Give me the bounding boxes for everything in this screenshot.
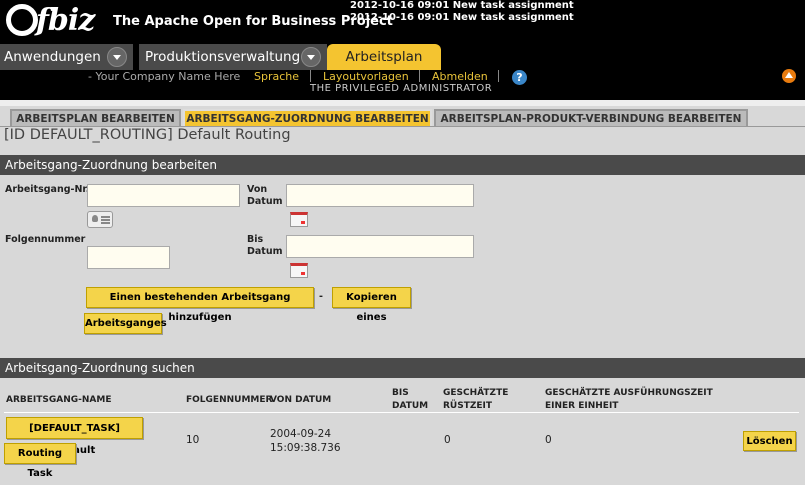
divider [498, 70, 499, 82]
seq-cell: 10 [186, 434, 200, 446]
from-date-input[interactable] [286, 184, 474, 207]
copy-task-button[interactable]: Kopieren eines [332, 287, 411, 323]
logo-text: fbiz [36, 3, 95, 38]
task-link[interactable]: [DEFAULT_TASK] Default [6, 417, 143, 456]
seq-label: Folgennummer [5, 234, 86, 245]
delete-button[interactable]: Löschen [743, 431, 796, 451]
alert-item[interactable]: 2012-10-16 09:01 New task assignment [350, 12, 574, 24]
button-dash: - [319, 291, 323, 302]
calendar-icon[interactable] [290, 212, 308, 227]
language-link[interactable]: Sprache [254, 70, 299, 83]
divider [419, 70, 420, 82]
layout-link[interactable]: Layoutvorlagen [323, 70, 409, 83]
ofbiz-logo[interactable]: fbiz [6, 3, 95, 38]
task-id-input[interactable] [87, 184, 240, 207]
task-id-label: Arbeitsgang-Nr. [5, 184, 90, 195]
calendar-icon[interactable] [290, 263, 308, 278]
search-section-header: Arbeitsgang-Zuordnung suchen [0, 358, 805, 378]
logout-link[interactable]: Abmelden [432, 70, 488, 83]
subbar-top [0, 100, 805, 106]
alert-list: 2012-10-16 09:01 New task assignment 201… [350, 0, 574, 24]
from-date-cell: 2004-09-24 [270, 428, 332, 440]
logo-ring-icon [6, 4, 38, 36]
thru-date-input[interactable] [286, 235, 474, 258]
help-icon[interactable]: ? [512, 70, 527, 85]
edit-section-header: Arbeitsgang-Zuordnung bearbeiten [0, 155, 805, 175]
user-name: THE PRIVILEGED ADMINISTRATOR [310, 83, 493, 94]
from-date-label: Von Datum [247, 184, 283, 207]
alert-item[interactable]: 2012-10-16 09:01 New task assignment [350, 0, 574, 12]
chevron-down-icon[interactable] [301, 47, 321, 67]
lookup-icon[interactable] [87, 211, 113, 228]
setup-time-cell: 0 [444, 434, 451, 446]
tab-arbeitsplan[interactable]: Arbeitsplan [327, 44, 441, 70]
task-link-cont[interactable]: Routing Task [4, 443, 76, 479]
tab-anwendungen[interactable]: Anwendungen [0, 44, 133, 70]
company-name: - Your Company Name Here [88, 70, 241, 83]
col-header: FOLGENNUMMER [186, 395, 273, 405]
add-task-button[interactable]: Einen bestehenden Arbeitsgang hinzufügen [86, 287, 314, 323]
tab-label: Produktionsverwaltung [145, 49, 301, 65]
col-header: BIS DATUM [392, 388, 429, 411]
chevron-down-icon[interactable] [107, 47, 127, 67]
tab-label: Anwendungen [4, 49, 101, 65]
page-title: [ID DEFAULT_ROUTING] Default Routing [4, 127, 291, 143]
col-header: ARBEITSGANG-NAME [6, 395, 112, 405]
seq-input[interactable] [87, 246, 170, 269]
collapse-up-icon[interactable] [782, 69, 796, 83]
run-time-cell: 0 [545, 434, 552, 446]
thru-date-label: Bis Datum [247, 234, 283, 257]
subtab-arbeitsplan-bearbeiten[interactable]: ARBEITSPLAN BEARBEITEN [10, 109, 181, 126]
col-header: GESCHÄTZTE RÜSTZEIT [443, 388, 509, 411]
divider [310, 70, 311, 82]
col-header: GESCHÄTZTE AUSFÜHRUNGSZEIT EINER EINHEIT [545, 388, 713, 411]
copy-task-button-cont[interactable]: Arbeitsganges [84, 313, 167, 334]
from-time-cell: 15:09:38.736 [270, 442, 341, 454]
subtab-arbeitsgang-zuordnung[interactable]: ARBEITSGANG-ZUORDNUNG BEARBEITEN [183, 109, 432, 126]
tab-produktionsverwaltung[interactable]: Produktionsverwaltung [139, 44, 327, 70]
subtab-arbeitsplan-produkt-verbindung[interactable]: ARBEITSPLAN-PRODUKT-VERBINDUNG BEARBEITE… [434, 109, 748, 126]
col-header: VON DATUM [270, 395, 332, 405]
table-header-divider [4, 412, 799, 413]
